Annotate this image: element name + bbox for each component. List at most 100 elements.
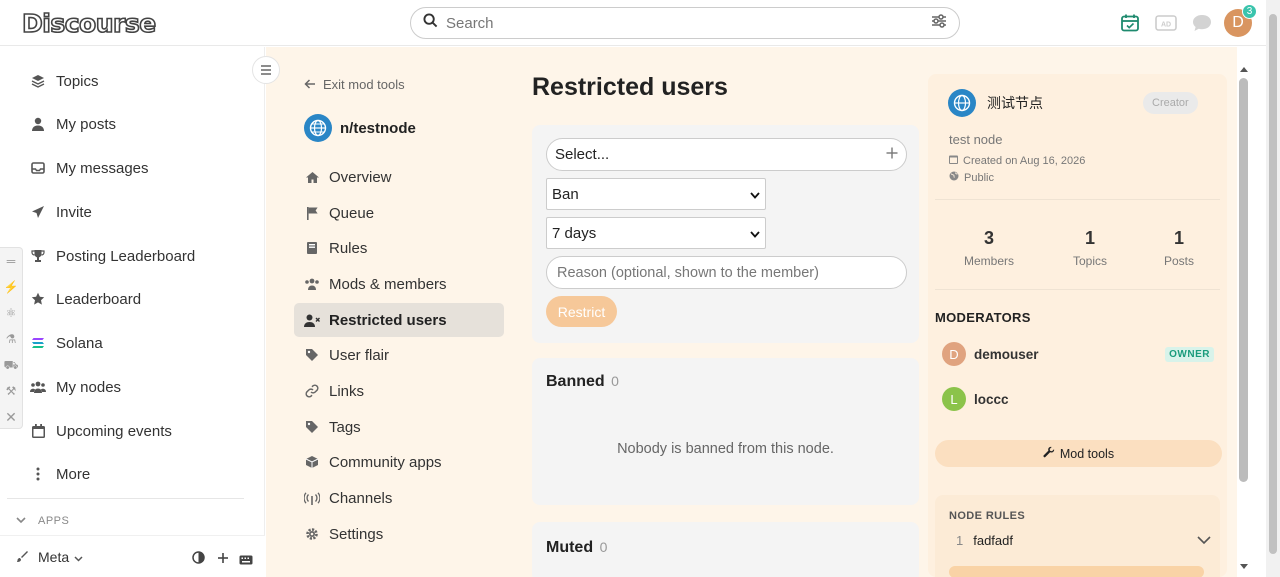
scroll-up-icon[interactable] bbox=[1239, 60, 1249, 78]
tag-icon bbox=[304, 348, 320, 362]
moderator-row[interactable]: L loccc bbox=[942, 387, 1009, 411]
nav-item-community-apps[interactable]: Community apps bbox=[304, 452, 442, 472]
rule-progress-edge bbox=[949, 566, 1204, 577]
user-avatar[interactable]: D 3 bbox=[1224, 4, 1257, 37]
sidebar-item-leaderboard[interactable]: Leaderboard bbox=[30, 287, 141, 311]
svg-text:AD: AD bbox=[1161, 22, 1171, 29]
nav-item-rules[interactable]: Rules bbox=[304, 238, 367, 258]
moderator-name: demouser bbox=[974, 346, 1039, 362]
sidebar-item-label: Topics bbox=[56, 72, 99, 90]
apps-label: APPS bbox=[38, 515, 70, 527]
sidebar-item-label: Invite bbox=[56, 203, 92, 221]
page-title: Restricted users bbox=[532, 73, 728, 101]
theme-toggle-icon[interactable] bbox=[192, 551, 205, 569]
sidebar-item-more[interactable]: More bbox=[30, 462, 90, 486]
ellipsis-icon bbox=[30, 466, 46, 482]
stat-label: Members bbox=[963, 254, 1014, 268]
nav-item-overview[interactable]: Overview bbox=[304, 167, 392, 187]
wrench-icon bbox=[1043, 446, 1055, 461]
sidebar-item-my-nodes[interactable]: My nodes bbox=[30, 375, 121, 399]
tools-icon[interactable]: ⚒ bbox=[0, 378, 22, 404]
duration-select[interactable]: 7 days bbox=[546, 217, 766, 249]
muted-count: 0 bbox=[599, 539, 608, 555]
search-bar[interactable]: Search bbox=[410, 7, 960, 39]
ad-icon[interactable]: AD bbox=[1154, 11, 1178, 35]
sidebar-item-topics[interactable]: Topics bbox=[30, 69, 99, 93]
sidebar-item-my-posts[interactable]: My posts bbox=[30, 112, 116, 136]
truck-icon[interactable]: ⛟ bbox=[0, 352, 22, 378]
sidebar-item-invite[interactable]: Invite bbox=[30, 200, 92, 224]
node-description: test node bbox=[949, 132, 1003, 147]
banned-count: 0 bbox=[611, 373, 619, 389]
stat-label: Topics bbox=[1072, 254, 1107, 268]
nav-item-channels[interactable]: Channels bbox=[304, 488, 392, 508]
nav-item-settings[interactable]: Settings bbox=[304, 524, 383, 544]
plug-icon[interactable]: ⚡ bbox=[0, 274, 22, 300]
rule-item[interactable]: 1 fadfadf bbox=[949, 533, 1211, 548]
nav-item-mods-members[interactable]: Mods & members bbox=[304, 274, 447, 294]
node-created-text: Created on Aug 16, 2026 bbox=[963, 154, 1086, 167]
sidebar-item-label: My posts bbox=[56, 115, 117, 133]
nav-item-links[interactable]: Links bbox=[304, 381, 364, 401]
search-input[interactable]: Search bbox=[446, 15, 931, 32]
moderator-row[interactable]: D demouser OWNER bbox=[942, 342, 1214, 366]
plus-icon[interactable] bbox=[217, 551, 229, 569]
node-globe-icon bbox=[304, 114, 332, 142]
reason-input[interactable]: Reason (optional, shown to the member) bbox=[546, 256, 907, 289]
node-header[interactable]: n/testnode bbox=[304, 114, 416, 142]
flask-icon[interactable]: ⚗ bbox=[0, 326, 22, 352]
scroll-down-icon[interactable] bbox=[1239, 557, 1249, 575]
gear-icon bbox=[304, 527, 320, 541]
nav-item-label: Settings bbox=[329, 525, 384, 543]
sidebar-item-posting-leaderboard[interactable]: Posting Leaderboard bbox=[30, 244, 195, 268]
sidebar-divider bbox=[7, 498, 244, 499]
apps-section-toggle[interactable]: APPS bbox=[16, 515, 69, 527]
close-icon[interactable]: ✕ bbox=[0, 404, 22, 430]
panel-scrollbar[interactable] bbox=[1237, 60, 1251, 570]
mod-tools-button[interactable]: Mod tools bbox=[935, 440, 1222, 467]
divider bbox=[935, 199, 1220, 200]
nav-item-label: Community apps bbox=[329, 453, 442, 471]
stat-topics: 1 Topics bbox=[1055, 228, 1125, 268]
nav-item-tags[interactable]: Tags bbox=[304, 417, 361, 437]
sidebar-collapse-button[interactable] bbox=[252, 56, 280, 84]
action-select[interactable]: Ban bbox=[546, 178, 766, 210]
search-filter-icon[interactable] bbox=[931, 13, 947, 33]
user-select[interactable]: Select... bbox=[546, 138, 907, 171]
sidebar-item-label: Posting Leaderboard bbox=[56, 247, 196, 265]
node-visibility-text: Public bbox=[964, 171, 994, 184]
stat-members: 3 Members bbox=[954, 228, 1024, 268]
exit-mod-tools-link[interactable]: Exit mod tools bbox=[304, 77, 405, 92]
brush-icon bbox=[16, 549, 28, 565]
stat-posts: 1 Posts bbox=[1144, 228, 1214, 268]
drag-handle-icon[interactable]: ═ bbox=[0, 248, 22, 274]
moderator-name: loccc bbox=[974, 391, 1009, 407]
site-logo[interactable]: Discourse bbox=[21, 6, 157, 40]
muted-heading: Muted 0 bbox=[546, 539, 607, 557]
restrict-button[interactable]: Restrict bbox=[546, 296, 617, 327]
sidebar-item-label: Upcoming events bbox=[56, 422, 172, 440]
nav-item-queue[interactable]: Queue bbox=[304, 203, 374, 223]
nav-item-restricted-users[interactable]: Restricted users bbox=[304, 310, 447, 330]
sidebar-item-my-messages[interactable]: My messages bbox=[30, 156, 149, 180]
paper-plane-icon bbox=[30, 204, 46, 220]
nav-item-user-flair[interactable]: User flair bbox=[304, 345, 389, 365]
notification-badge: 3 bbox=[1242, 4, 1257, 19]
sidebar-item-label: My nodes bbox=[56, 378, 122, 396]
calendar-check-icon[interactable] bbox=[1118, 11, 1142, 35]
sidebar-item-upcoming-events[interactable]: Upcoming events bbox=[30, 419, 172, 443]
restrict-form-card: Select... Ban 7 days Reason (optional, s… bbox=[532, 125, 919, 343]
sidebar-item-solana[interactable]: Solana bbox=[30, 331, 103, 355]
home-icon bbox=[304, 171, 320, 184]
chat-icon[interactable] bbox=[1190, 11, 1214, 35]
meta-dropdown[interactable]: Meta bbox=[16, 549, 83, 565]
page-scrollbar[interactable] bbox=[1266, 0, 1280, 577]
molecule-icon[interactable]: ⚛ bbox=[0, 300, 22, 326]
keyboard-icon[interactable] bbox=[239, 552, 253, 570]
nav-item-label: Mods & members bbox=[329, 275, 447, 293]
scrollbar-thumb[interactable] bbox=[1239, 78, 1248, 482]
users-icon bbox=[30, 379, 46, 395]
page-scrollbar-thumb[interactable] bbox=[1269, 14, 1277, 554]
arrow-left-icon bbox=[304, 77, 316, 92]
node-visibility: Public bbox=[949, 171, 994, 184]
